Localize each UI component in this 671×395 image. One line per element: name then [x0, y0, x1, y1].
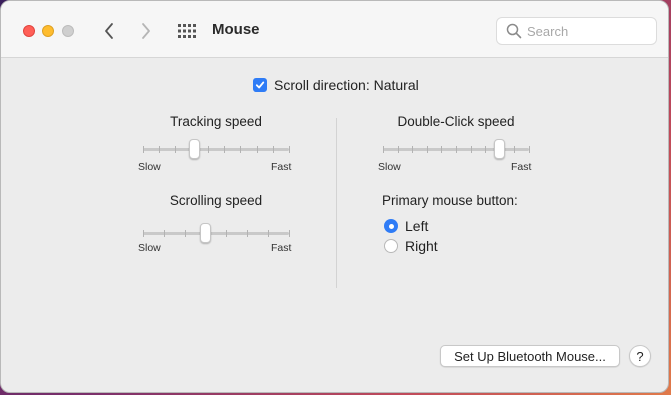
- section-divider: [336, 118, 337, 288]
- double-click-speed-fast-label: Fast: [511, 161, 532, 173]
- back-button[interactable]: [99, 19, 119, 43]
- tracking-speed-track[interactable]: [143, 148, 289, 151]
- slider-tick: [272, 146, 274, 153]
- tracking-speed-fast-label: Fast: [271, 161, 292, 173]
- slider-thumb[interactable]: [188, 139, 200, 159]
- slider-thumb[interactable]: [200, 223, 212, 243]
- slider-tick: [240, 146, 242, 153]
- show-all-button[interactable]: [177, 22, 197, 40]
- slider-tick: [175, 146, 177, 153]
- primary-button-label: Primary mouse button:: [382, 193, 518, 208]
- slider-tick: [397, 146, 399, 153]
- slider-tick: [412, 146, 414, 153]
- primary-right-option[interactable]: Right: [384, 238, 438, 254]
- double-click-speed-title: Double-Click speed: [397, 114, 515, 129]
- slider-tick: [247, 230, 249, 237]
- slider-tick: [143, 230, 144, 237]
- slider-tick: [456, 146, 457, 153]
- left-radio-label: Left: [405, 218, 429, 234]
- scroll-direction-checkbox[interactable]: [253, 78, 267, 92]
- minimize-window-button[interactable]: [42, 25, 54, 37]
- search-field[interactable]: [496, 17, 657, 45]
- slider-tick: [184, 230, 186, 237]
- slider-thumb[interactable]: [494, 139, 506, 159]
- slider-tick: [163, 230, 165, 237]
- checkmark-icon: [255, 81, 265, 89]
- help-button[interactable]: ?: [629, 345, 651, 367]
- scrolling-speed-title: Scrolling speed: [169, 193, 263, 208]
- slider-tick: [289, 146, 290, 153]
- right-radio-label: Right: [405, 238, 438, 254]
- show-all-grid-icon: [178, 24, 196, 38]
- slider-tick: [485, 146, 487, 153]
- slider-tick: [268, 230, 270, 237]
- slider-tick: [426, 146, 428, 153]
- right-radio[interactable]: [384, 239, 398, 253]
- slider-tick: [383, 146, 384, 153]
- tracking-speed-title: Tracking speed: [170, 114, 262, 129]
- slider-tick: [207, 146, 209, 153]
- slider-tick: [470, 146, 472, 153]
- chevron-left-icon: [105, 23, 113, 39]
- slider-tick: [256, 146, 258, 153]
- window-title: Mouse: [212, 21, 260, 38]
- scrolling-speed-slider-group: Scrolling speed Slow Fast: [131, 193, 301, 255]
- scrolling-speed-track[interactable]: [143, 232, 289, 235]
- double-click-speed-slow-label: Slow: [378, 161, 401, 173]
- slider-tick: [529, 146, 530, 153]
- search-icon: [506, 23, 522, 39]
- zoom-window-button[interactable]: [62, 25, 74, 37]
- slider-tick: [514, 146, 516, 153]
- slider-tick: [226, 230, 228, 237]
- close-window-button[interactable]: [23, 25, 35, 37]
- scrolling-speed-slow-label: Slow: [138, 242, 161, 254]
- scrolling-speed-fast-label: Fast: [271, 242, 292, 254]
- setup-bluetooth-mouse-button[interactable]: Set Up Bluetooth Mouse...: [440, 345, 620, 367]
- scroll-direction-label: Scroll direction: Natural: [274, 77, 419, 93]
- scroll-direction-option[interactable]: Scroll direction: Natural: [253, 77, 419, 93]
- tracking-speed-slider-group: Tracking speed Slow Fast: [131, 114, 301, 176]
- search-input[interactable]: [527, 22, 652, 40]
- slider-tick: [143, 146, 144, 153]
- slider-tick: [159, 146, 161, 153]
- double-click-speed-slider-group: Double-Click speed Slow Fast: [371, 114, 541, 176]
- left-radio[interactable]: [384, 219, 398, 233]
- preferences-window: Mouse Scroll direction: Natural Tracking…: [0, 0, 669, 393]
- primary-left-option[interactable]: Left: [384, 218, 428, 234]
- tracking-speed-slow-label: Slow: [138, 161, 161, 173]
- forward-button[interactable]: [136, 19, 156, 43]
- slider-tick: [289, 230, 290, 237]
- title-bar: Mouse: [1, 1, 668, 58]
- slider-tick: [224, 146, 226, 153]
- chevron-right-icon: [142, 23, 150, 39]
- slider-tick: [441, 146, 443, 153]
